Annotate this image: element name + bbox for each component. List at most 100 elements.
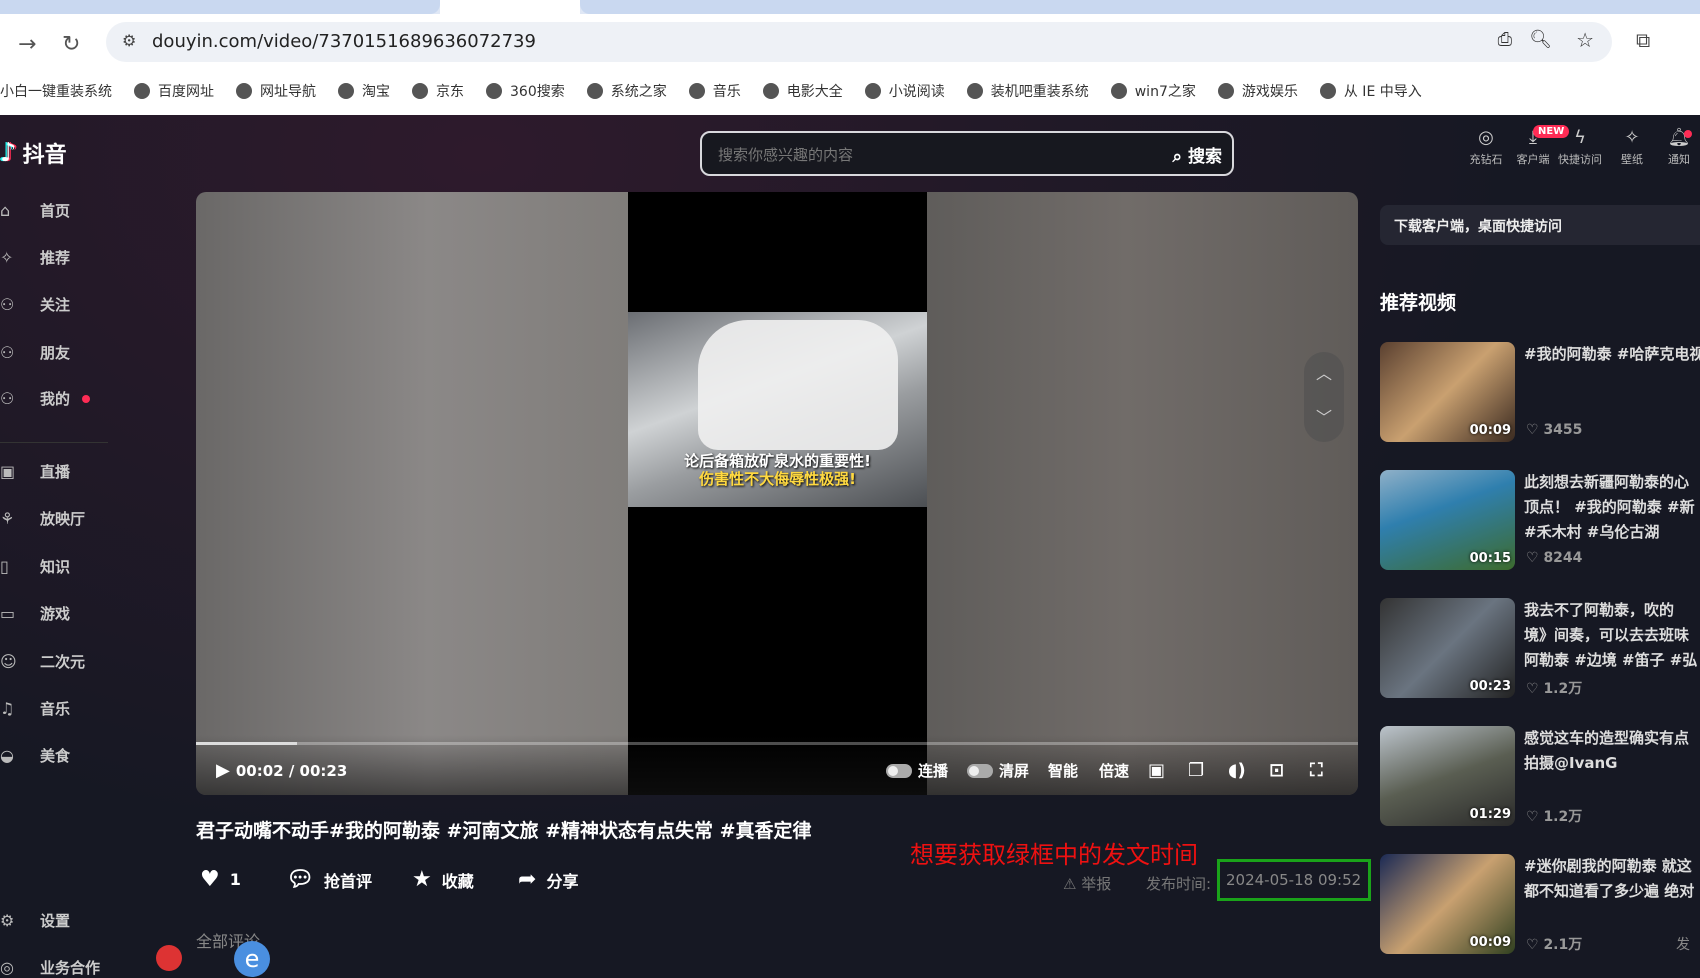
video-description[interactable]: 我去不了阿勒泰，吹的 境》间奏，可以去去班味 阿勒泰 #边境 #笛子 #弘 (1524, 598, 1700, 673)
video-thumbnail[interactable]: 01:29 (1380, 726, 1515, 826)
sidebar-item[interactable]: ⚇ 关注 (0, 294, 71, 315)
sidebar-icon: ♫ (0, 699, 15, 718)
watch-later-icon[interactable]: ▣ (1148, 760, 1165, 781)
browser-tab[interactable] (0, 0, 440, 14)
report-button[interactable]: ⚠ 举报 (1063, 873, 1111, 894)
sidebar-item[interactable]: ⚇ 我的 (0, 388, 91, 409)
url-text[interactable]: douyin.com/video/7370151689636072739 (152, 31, 536, 52)
recommended-video[interactable]: 00:23 我去不了阿勒泰，吹的 境》间奏，可以去去班味 阿勒泰 #边境 #笛子 … (1380, 598, 1700, 700)
like-count: ♡ 8244 (1526, 550, 1582, 566)
sidebar-item-label: 游戏 (40, 605, 71, 623)
video-description[interactable]: #迷你剧我的阿勒泰 就这 都不知道看了多少遍 绝对 (1524, 854, 1700, 904)
bookmark-item[interactable]: win7之家 (1110, 81, 1196, 101)
header-wallpaper-button[interactable]: ✧ 壁纸 (1607, 127, 1657, 167)
bookmark-item[interactable]: 电影大全 (762, 81, 843, 101)
bookmark-star-icon[interactable]: ☆ (1576, 28, 1594, 52)
video-description[interactable]: 感觉这车的造型确实有点 拍摄@IvanG (1524, 726, 1700, 776)
download-banner[interactable]: 下载客户端，桌面快捷访问 (1380, 205, 1700, 245)
douyin-logo[interactable]: ♪ 抖音 (0, 137, 67, 169)
video-thumbnail[interactable]: 00:15 (1380, 470, 1515, 570)
search-input[interactable]: 搜索你感兴趣的内容 (718, 144, 853, 165)
fullscreen-icon[interactable]: ⛶ (1310, 760, 1323, 781)
sidebar-item[interactable]: ⌂ 首页 (0, 200, 70, 221)
bookmark-item[interactable]: 音乐 (688, 81, 741, 101)
bookmark-item[interactable]: 淘宝 (338, 81, 390, 101)
bookmark-item[interactable]: 装机吧重装系统 (966, 81, 1089, 101)
chevron-up-icon[interactable]: ︿ (1304, 352, 1344, 396)
recommended-video[interactable]: 00:09 #迷你剧我的阿勒泰 就这 都不知道看了多少遍 绝对 ♡ 2.1万 发 (1380, 854, 1700, 956)
sidebar-item[interactable]: ⚘ 放映厅 (0, 508, 85, 529)
bookmark-item[interactable]: 360搜索 (486, 81, 565, 101)
sidebar-icon: ▣ (0, 462, 16, 481)
progress-bar[interactable] (196, 742, 1358, 745)
globe-icon (762, 82, 779, 99)
sidebar-item-label: 关注 (40, 296, 71, 314)
sidebar-item[interactable]: ☺ 二次元 (0, 651, 85, 672)
recommended-video[interactable]: 00:09 #我的阿勒泰 #哈萨克电视 ♡ 3455 (1380, 342, 1700, 444)
share-icon: ➦ (518, 867, 537, 892)
video-thumbnail[interactable]: 00:09 (1380, 342, 1515, 442)
url-field[interactable]: ⚙ douyin.com/video/7370151689636072739 ⎙… (106, 22, 1612, 62)
bookmark-item[interactable]: 游戏娱乐 (1217, 81, 1298, 101)
comment-button[interactable]: 💬︎ 抢首评 (286, 867, 372, 892)
autoplay-toggle[interactable]: 连播 (886, 760, 948, 781)
video-duration: 01:29 (1469, 807, 1511, 822)
bookmark-item[interactable]: 百度网址 (134, 81, 214, 101)
toggle-switch[interactable] (967, 763, 993, 778)
clear-screen-toggle[interactable]: 清屏 (967, 760, 1029, 781)
web-fullscreen-icon[interactable]: ⊡ (1269, 760, 1284, 781)
sidebar-item-label: 推荐 (40, 249, 71, 267)
search-button[interactable]: ⌕ 搜索 (1173, 142, 1222, 167)
speed-button[interactable]: 倍速 (1099, 760, 1129, 781)
install-app-icon[interactable]: ⎙ (1498, 29, 1512, 50)
video-image: 论后备箱放矿泉水的重要性! 伤害性不大侮辱性极强! (628, 312, 927, 507)
sidebar-item[interactable]: ◒ 美食 (0, 745, 70, 766)
recommended-video[interactable]: 00:15 此刻想去新疆阿勒泰的心 顶点！ #我的阿勒泰 #新 #禾木村 #乌伦古… (1380, 470, 1700, 572)
quality-button[interactable]: 智能 (1048, 760, 1078, 781)
car-image (698, 320, 898, 450)
sidebar-item[interactable]: ♫ 音乐 (0, 698, 70, 719)
volume-icon[interactable]: ◖) (1228, 760, 1246, 781)
recommended-title: 推荐视频 (1380, 292, 1457, 314)
video-thumbnail[interactable]: 00:23 (1380, 598, 1515, 698)
play-icon[interactable]: ▶ (216, 760, 230, 781)
bookmark-item[interactable]: 京东 (412, 81, 464, 101)
sidebar-item[interactable]: ▯ 知识 (0, 556, 70, 577)
pip-icon[interactable]: ❐ (1188, 760, 1204, 781)
header-diamond-button[interactable]: ◎ 充钻石 (1461, 127, 1511, 167)
bookmark-item[interactable]: 网址导航 (236, 81, 316, 101)
header-bell-button[interactable]: 🔔︎ 通知 (1654, 127, 1700, 167)
video-description[interactable]: #我的阿勒泰 #哈萨克电视 (1524, 342, 1700, 367)
like-value: 2.1万 (1543, 937, 1583, 953)
zoom-icon[interactable]: 🔍︎ (1529, 29, 1552, 50)
browser-tab[interactable] (580, 0, 1700, 14)
toggle-switch[interactable] (886, 763, 912, 778)
sidebar-item[interactable]: ▣ 直播 (0, 461, 70, 482)
reload-icon[interactable]: ↻ (62, 32, 80, 57)
favorite-button[interactable]: ★ 收藏 (412, 867, 474, 892)
settings-icon: ⚙ (0, 911, 15, 930)
like-button[interactable]: ♥ 1 (200, 867, 241, 892)
share-button[interactable]: ➦ 分享 (518, 867, 578, 892)
forward-icon[interactable]: → (18, 32, 36, 57)
bookmark-item[interactable]: 系统之家 (586, 81, 667, 101)
extensions-icon[interactable]: ⧉ (1636, 28, 1650, 52)
search-box[interactable]: 搜索你感兴趣的内容 ⌕ 搜索 (700, 131, 1234, 176)
video-description[interactable]: 此刻想去新疆阿勒泰的心 顶点！ #我的阿勒泰 #新 #禾木村 #乌伦古湖 (1524, 470, 1700, 545)
bookmark-item[interactable]: 小说阅读 (864, 81, 945, 101)
video-switch[interactable]: ︿ ﹀ (1304, 352, 1344, 442)
sidebar-item[interactable]: ▭ 游戏 (0, 603, 71, 624)
bookmark-item[interactable]: 小白一键重装系统 (0, 81, 112, 101)
recommended-video[interactable]: 01:29 感觉这车的造型确实有点 拍摄@IvanG ♡ 1.2万 (1380, 726, 1700, 828)
douyin-page: ♪ 抖音 搜索你感兴趣的内容 ⌕ 搜索 ◎ 充钻石 ⤓ 客户端 ϟ 快捷访问 ✧ 壁纸 🔔︎ 通知 … (0, 115, 1700, 977)
bookmark-item[interactable]: 从 IE 中导入 (1319, 81, 1422, 101)
site-info-icon[interactable]: ⚙ (122, 31, 136, 50)
sidebar-item[interactable]: ⚇ 朋友 (0, 342, 70, 363)
video-player[interactable]: 论后备箱放矿泉水的重要性! 伤害性不大侮辱性极强! ︿ ﹀ ▶ 00:02 / 00… (196, 192, 1358, 795)
sidebar-icon: ⌂ (0, 201, 11, 220)
sidebar-item-settings[interactable]: ⚙ 设置 (0, 910, 70, 931)
sidebar-icon: ✧ (0, 248, 14, 267)
video-thumbnail[interactable]: 00:09 (1380, 854, 1515, 954)
sidebar-item[interactable]: ✧ 推荐 (0, 247, 71, 268)
chevron-down-icon[interactable]: ﹀ (1304, 396, 1344, 440)
